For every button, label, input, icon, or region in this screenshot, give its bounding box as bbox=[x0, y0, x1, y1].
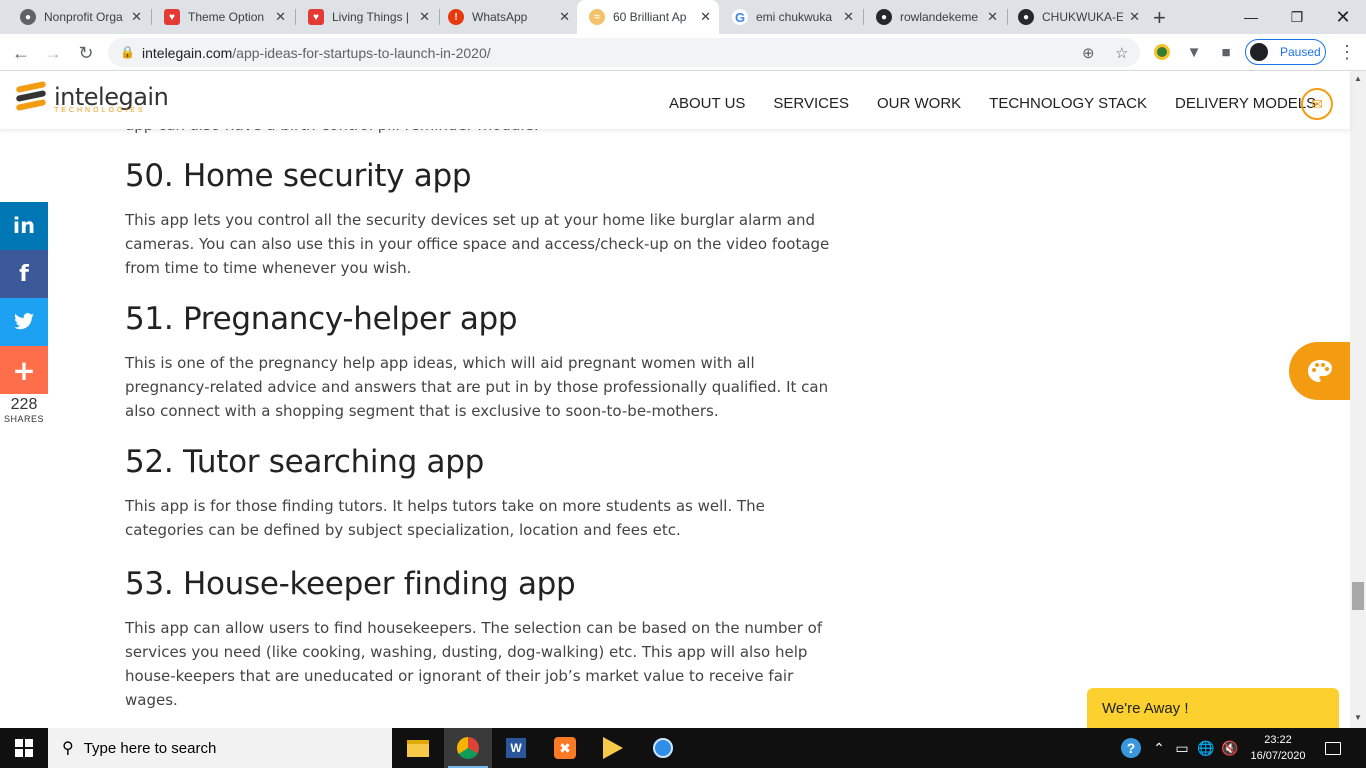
help-icon[interactable]: ? bbox=[1120, 728, 1142, 768]
close-tab-icon[interactable]: ✕ bbox=[1129, 9, 1140, 25]
page-content: app can also have a birth-control pill r… bbox=[0, 129, 1350, 728]
tab-github-chukwuka[interactable]: ● CHUKWUKA-E ✕ bbox=[1006, 0, 1148, 34]
address-bar[interactable]: 🔒 intelegain.com/app-ideas-for-startups-… bbox=[108, 38, 1140, 67]
avatar bbox=[1248, 41, 1270, 63]
social-share-bar: in f + 228 SHARES bbox=[0, 202, 48, 424]
notifications-icon[interactable] bbox=[1320, 728, 1346, 768]
tab-theme-option[interactable]: ♥ Theme Option ✕ bbox=[152, 0, 294, 34]
mail-icon[interactable]: ✉ bbox=[1301, 88, 1333, 120]
tab-living-things[interactable]: ♥ Living Things | ✕ bbox=[296, 0, 438, 34]
nav-our-work[interactable]: OUR WORK bbox=[877, 95, 961, 112]
forward-icon[interactable]: → bbox=[40, 40, 66, 66]
media-player-icon[interactable] bbox=[589, 728, 637, 768]
palette-icon[interactable] bbox=[1289, 342, 1350, 400]
nav-about-us[interactable]: ABOUT US bbox=[669, 95, 745, 112]
restore-icon[interactable]: ❐ bbox=[1274, 0, 1320, 34]
add-icon[interactable]: ⊕ bbox=[1082, 44, 1095, 62]
close-tab-icon[interactable]: ✕ bbox=[843, 9, 854, 25]
windows-taskbar: ⚲ Type here to search W ✖ ? ⌃ ▭ 🌐 🔇 23:2… bbox=[0, 728, 1366, 768]
section-heading: 50. Home security app bbox=[125, 158, 472, 194]
tab-60-brilliant-apps[interactable]: ≈ 60 Brilliant Ap ✕ bbox=[577, 0, 719, 34]
minimize-icon[interactable]: — bbox=[1228, 0, 1274, 34]
lock-icon[interactable]: 🔒 bbox=[120, 45, 135, 59]
scroll-down-icon[interactable]: ▼ bbox=[1354, 713, 1362, 722]
tab-google-search[interactable]: G emi chukwuka ✕ bbox=[720, 0, 862, 34]
share-count: 228 bbox=[10, 396, 38, 413]
tab-strip: ● Nonprofit Orga ✕ ♥ Theme Option ✕ ♥ Li… bbox=[0, 0, 1366, 34]
whatsapp-alert-icon: ! bbox=[448, 9, 464, 25]
windows-start-icon[interactable] bbox=[0, 728, 48, 768]
twitter-icon[interactable] bbox=[0, 298, 48, 346]
url-text[interactable]: intelegain.com/app-ideas-for-startups-to… bbox=[142, 45, 491, 61]
word-icon[interactable]: W bbox=[492, 728, 540, 768]
globe-icon: ● bbox=[20, 9, 36, 25]
section-heading: 53. House-keeper finding app bbox=[125, 566, 576, 602]
close-tab-icon[interactable]: ✕ bbox=[700, 9, 711, 25]
taskbar-search-input[interactable]: ⚲ Type here to search bbox=[48, 728, 392, 768]
file-explorer-icon[interactable] bbox=[394, 728, 442, 768]
tab-github-rowland[interactable]: ● rowlandekeme ✕ bbox=[864, 0, 1006, 34]
close-tab-icon[interactable]: ✕ bbox=[131, 9, 142, 25]
facebook-icon[interactable]: f bbox=[0, 250, 48, 298]
article-text-cut: app can also have a birth-control pill r… bbox=[125, 129, 835, 137]
app-icon[interactable] bbox=[639, 728, 687, 768]
page-scrollbar[interactable]: ▲ ▼ bbox=[1350, 71, 1366, 728]
chat-widget[interactable]: We're Away ! bbox=[1087, 688, 1339, 728]
article: app can also have a birth-control pill r… bbox=[125, 129, 835, 712]
scrollbar-thumb[interactable] bbox=[1352, 582, 1364, 610]
close-tab-icon[interactable]: ✕ bbox=[559, 9, 570, 25]
section-heading: 52. Tutor searching app bbox=[125, 444, 484, 480]
close-tab-icon[interactable]: ✕ bbox=[987, 9, 998, 25]
scroll-up-icon[interactable]: ▲ bbox=[1354, 74, 1362, 83]
linkedin-icon[interactable]: in bbox=[0, 202, 48, 250]
taskbar-clock[interactable]: 23:22 16/07/2020 bbox=[1243, 732, 1313, 764]
tab-nonprofit[interactable]: ● Nonprofit Orga ✕ bbox=[8, 0, 150, 34]
search-icon: ⚲ bbox=[62, 740, 74, 757]
bookmark-star-icon[interactable]: ☆ bbox=[1115, 44, 1128, 62]
network-icon[interactable]: 🌐 bbox=[1196, 728, 1216, 768]
section-heading: 51. Pregnancy-helper app bbox=[125, 301, 518, 337]
new-tab-button[interactable]: + bbox=[1153, 5, 1166, 31]
volume-muted-icon[interactable]: 🔇 bbox=[1220, 728, 1240, 768]
profile-button[interactable]: Paused bbox=[1245, 39, 1326, 65]
battery-icon[interactable]: ▭ bbox=[1172, 728, 1192, 768]
livingthings-icon: ♥ bbox=[308, 9, 324, 25]
livingthings-icon: ♥ bbox=[164, 9, 180, 25]
extension-globe-icon[interactable] bbox=[1152, 42, 1172, 62]
section-body: This app lets you control all the securi… bbox=[125, 211, 830, 277]
intelegain-icon: ≈ bbox=[589, 9, 605, 25]
chrome-taskbar-icon[interactable] bbox=[444, 728, 492, 768]
section-body: This app can allow users to find houseke… bbox=[125, 619, 823, 709]
xampp-icon[interactable]: ✖ bbox=[541, 728, 589, 768]
close-tab-icon[interactable]: ✕ bbox=[275, 9, 286, 25]
tab-whatsapp[interactable]: ! WhatsApp ✕ bbox=[436, 0, 578, 34]
nav-services[interactable]: SERVICES bbox=[773, 95, 849, 112]
github-icon: ● bbox=[876, 9, 892, 25]
browser-menu-icon[interactable]: ⋮ bbox=[1338, 42, 1356, 63]
share-label: SHARES bbox=[3, 414, 44, 424]
share-more-icon[interactable]: + bbox=[0, 346, 48, 394]
site-header: intelegain TECHNOLOGIES ABOUT US SERVICE… bbox=[0, 71, 1350, 129]
site-logo[interactable]: intelegain TECHNOLOGIES bbox=[15, 80, 169, 115]
github-icon: ● bbox=[1018, 9, 1034, 25]
nav-delivery-models[interactable]: DELIVERY MODELS bbox=[1175, 95, 1316, 112]
intelegain-logo-icon bbox=[15, 80, 48, 115]
back-icon[interactable]: ← bbox=[8, 40, 34, 66]
tray-chevron-icon[interactable]: ⌃ bbox=[1150, 728, 1168, 768]
close-tab-icon[interactable]: ✕ bbox=[419, 9, 430, 25]
section-body: This is one of the pregnancy help app id… bbox=[125, 354, 829, 420]
google-icon: G bbox=[732, 9, 748, 25]
section-body: This app is for those finding tutors. It… bbox=[125, 497, 765, 539]
close-window-icon[interactable]: ✕ bbox=[1320, 0, 1366, 34]
extensions-puzzle-icon[interactable]: ■ bbox=[1216, 42, 1236, 62]
main-nav: ABOUT US SERVICES OUR WORK TECHNOLOGY ST… bbox=[669, 95, 1316, 112]
reload-icon[interactable]: ↻ bbox=[73, 40, 99, 66]
nav-technology-stack[interactable]: TECHNOLOGY STACK bbox=[989, 95, 1147, 112]
extension-vue-icon[interactable]: ▼ bbox=[1184, 42, 1204, 62]
